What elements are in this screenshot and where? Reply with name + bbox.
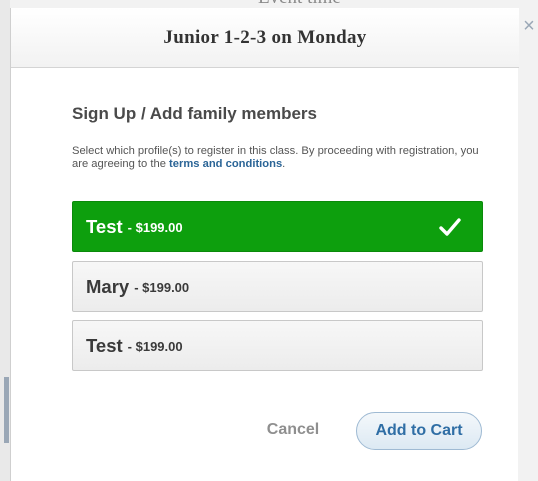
description-text: Select which profile(s) to register in t…: [72, 145, 492, 171]
signup-modal: Junior 1-2-3 on Monday Sign Up / Add fam…: [10, 8, 519, 481]
profile-option-test[interactable]: Test - $199.00: [72, 320, 483, 371]
profile-name: Test: [86, 334, 123, 356]
description-suffix: .: [282, 158, 286, 170]
close-icon[interactable]: ×: [520, 16, 538, 36]
profile-price: - $199.00: [134, 280, 190, 295]
background-accent-bar: [4, 377, 9, 443]
cancel-button[interactable]: Cancel: [255, 421, 331, 443]
modal-title: Junior 1-2-3 on Monday: [163, 26, 367, 48]
profile-option-mary[interactable]: Mary - $199.00: [72, 261, 483, 312]
section-heading: Sign Up / Add family members: [72, 104, 317, 123]
profile-name: Mary: [86, 275, 130, 297]
profile-name: Test: [86, 215, 123, 237]
check-icon: [439, 218, 461, 236]
terms-link[interactable]: terms and conditions: [169, 158, 282, 170]
profile-price: - $199.00: [127, 339, 183, 354]
profile-price: - $199.00: [127, 220, 183, 235]
modal-header: Junior 1-2-3 on Monday: [11, 8, 519, 68]
background-left-strip: [0, 0, 10, 481]
add-to-cart-button[interactable]: Add to Cart: [356, 412, 482, 450]
profile-option-test-selected[interactable]: Test - $199.00: [72, 201, 483, 252]
